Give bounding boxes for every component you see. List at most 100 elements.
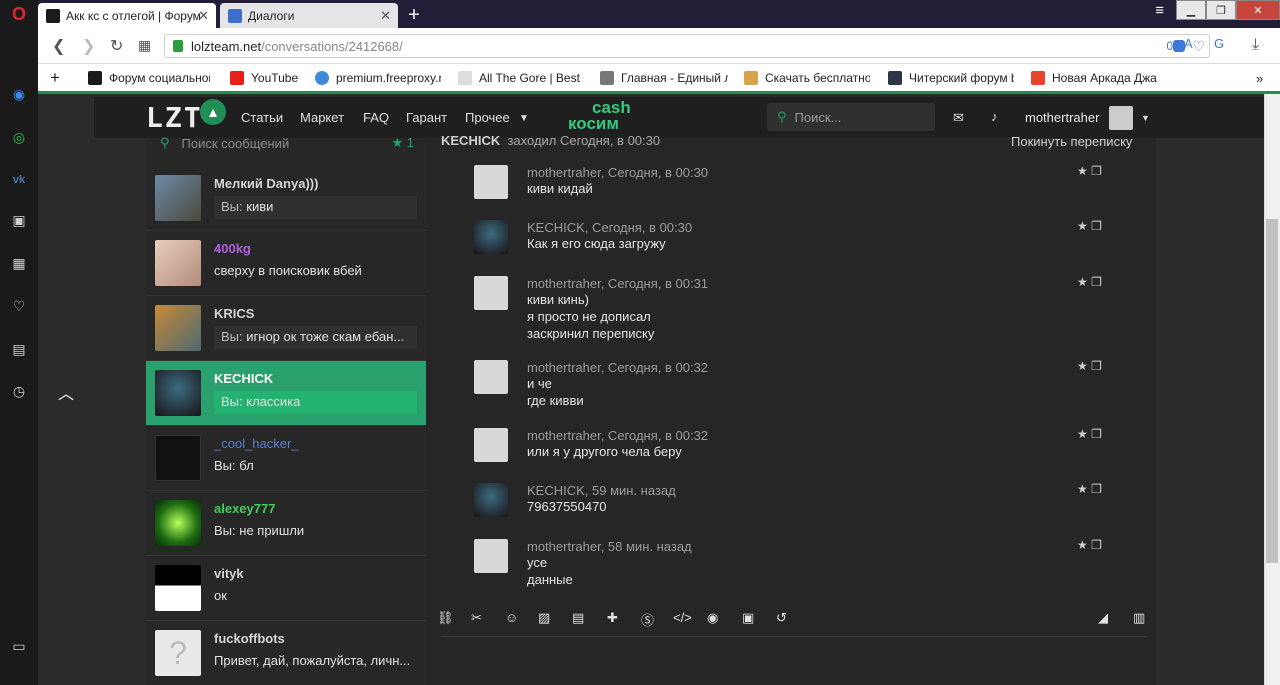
nav-market[interactable]: Маркет — [300, 110, 344, 125]
conversation-item[interactable]: _cool_hacker_ Вы: бл — [146, 426, 426, 491]
close-tab-icon[interactable]: ✕ — [380, 8, 391, 24]
smiley-icon[interactable]: ☺ — [505, 610, 518, 625]
star-icon[interactable]: ★ — [1077, 164, 1088, 178]
username[interactable]: mothertraher — [1025, 110, 1099, 125]
skype-icon[interactable]: Ⓢ — [641, 610, 654, 629]
bookmark-item[interactable]: Главная - Единый л — [600, 71, 728, 85]
bookmark-item[interactable]: Скачать бесплатно — [744, 71, 870, 85]
quote-icon[interactable]: ❐ — [1091, 164, 1102, 178]
heart-icon[interactable]: ♡ — [9, 296, 29, 316]
site-search-input[interactable]: ⚲ Поиск... — [767, 103, 935, 131]
forward-icon[interactable]: ❯ — [82, 36, 95, 56]
star-icon[interactable]: ★ — [1077, 538, 1088, 552]
close-tab-icon[interactable]: ✕ — [198, 8, 209, 24]
vk-icon[interactable]: vk — [9, 170, 29, 190]
avatar — [155, 370, 201, 416]
undo-icon[interactable]: ↺ — [776, 610, 787, 626]
opera-logo-icon[interactable]: O — [9, 4, 29, 24]
star-filter-icon[interactable]: ★ 1 — [392, 135, 415, 151]
close-window-icon[interactable]: ✕ — [1236, 0, 1280, 20]
link-icon[interactable]: ⛓ — [437, 610, 454, 626]
user-menu-chevron-icon[interactable]: ▼ — [1141, 113, 1150, 123]
messenger-icon[interactable]: ◉ — [9, 84, 29, 104]
message-meta: KECHICK, Сегодня, в 00:30 — [527, 220, 693, 235]
bookmark-item[interactable]: premium.freeproxy.r — [315, 71, 441, 85]
quote-icon[interactable]: ❐ — [1091, 427, 1102, 441]
conversation-item[interactable]: Мелкий Danya))) Вы: киви — [146, 166, 426, 231]
quote-icon[interactable]: ❐ — [1091, 275, 1102, 289]
code-icon[interactable]: </> — [673, 610, 692, 625]
nav-articles[interactable]: Статьи — [241, 110, 283, 125]
reload-icon[interactable]: ↻ — [110, 36, 123, 56]
dialog-header: KECHICK заходил Сегодня, в 00:30 — [441, 133, 660, 148]
more-bookmarks-icon[interactable]: » — [1256, 71, 1263, 86]
conversation-item[interactable]: KRICS Вы: игнор ок тоже скам ебан... — [146, 296, 426, 361]
bookmark-heart-icon[interactable]: ♡ — [1192, 38, 1205, 55]
conversation-search-input[interactable]: ⚲ Поиск сообщений ★ 1 — [146, 131, 426, 155]
save-icon[interactable]: ▣ — [742, 610, 754, 626]
news-icon[interactable]: ▤ — [9, 339, 29, 359]
bell-icon[interactable]: ♪ — [991, 109, 998, 124]
nav-faq[interactable]: FAQ — [363, 110, 389, 125]
download-icon[interactable]: ⤓ — [1252, 36, 1259, 54]
bookmark-item[interactable]: Читерский форум b — [888, 71, 1014, 85]
conversation-item[interactable]: ? fuckoffbots Привет, дай, пожалуйста, л… — [146, 621, 426, 685]
add-bookmark-plus-icon[interactable]: + — [50, 68, 60, 88]
camera-icon[interactable]: ▣ — [9, 210, 29, 230]
nav-guarantee[interactable]: Гарант — [406, 110, 447, 125]
sidebar-toggle-icon[interactable]: ▭ — [9, 636, 29, 656]
url-input[interactable]: lolzteam.net/conversations/2412668/ 0 ♡ — [164, 34, 1210, 58]
extension-icon[interactable]: G — [1214, 36, 1224, 51]
scroll-top-arrow-icon[interactable]: ︿ — [58, 380, 74, 404]
nav-more[interactable]: Прочее — [465, 110, 510, 125]
tab-dialogs[interactable]: Диалоги ✕ — [220, 3, 398, 28]
conversation-item[interactable]: 400kg сверху в поисковик вбей — [146, 231, 426, 296]
chevron-down-icon: ▼ — [519, 113, 529, 124]
image-icon[interactable]: ▨ — [538, 610, 550, 626]
star-icon[interactable]: ★ — [1077, 359, 1088, 373]
tab-menu-icon[interactable]: ≡ — [1155, 2, 1164, 19]
bookmark-item[interactable]: YouTube — [230, 71, 310, 85]
partner-name: KECHICK — [441, 133, 501, 148]
conversation-preview: Вы: игнор ок тоже скам ебан... — [214, 326, 417, 349]
bookmark-item[interactable]: Форум социальной — [88, 71, 210, 85]
back-icon[interactable]: ❮ — [52, 36, 65, 56]
avatar[interactable] — [1109, 106, 1133, 130]
tabs-grid-icon[interactable]: ▦ — [138, 37, 151, 54]
mail-icon[interactable]: ✉ — [953, 110, 964, 126]
leave-conversation-link[interactable]: Покинуть переписку — [1011, 134, 1132, 149]
conversation-preview: Вы: не пришли — [214, 523, 305, 538]
tab-active[interactable]: Акк кс с отлегой | Форум ✕ — [38, 3, 216, 28]
plus-icon[interactable]: ✚ — [607, 610, 618, 626]
message-text: 79637550470 — [527, 499, 607, 514]
media-icon[interactable]: ▤ — [572, 610, 584, 626]
bookmark-item[interactable]: All The Gore | Best G — [458, 71, 584, 85]
eraser-icon[interactable]: ◢ — [1098, 610, 1108, 626]
quote-icon[interactable]: ❐ — [1091, 538, 1102, 552]
unlink-icon[interactable]: ✂ — [471, 610, 482, 626]
quote-icon[interactable]: ❐ — [1091, 482, 1102, 496]
conversation-item[interactable]: alexey777 Вы: не пришли — [146, 491, 426, 556]
hide-icon[interactable]: ◉ — [707, 610, 718, 626]
site-logo[interactable]: LZT — [146, 101, 203, 134]
whatsapp-icon[interactable]: ◎ — [9, 127, 29, 147]
minimize-icon[interactable]: ▁ — [1176, 0, 1206, 20]
speed-dial-icon[interactable]: ▦ — [9, 253, 29, 273]
star-icon[interactable]: ★ — [1077, 427, 1088, 441]
new-tab-plus-icon[interactable]: + — [402, 3, 426, 27]
quote-icon[interactable]: ❐ — [1091, 219, 1102, 233]
star-icon[interactable]: ★ — [1077, 275, 1088, 289]
quote-icon[interactable]: ❐ — [1091, 359, 1102, 373]
cash-banner[interactable]: cash косим — [568, 99, 631, 132]
history-icon[interactable]: ◷ — [9, 381, 29, 401]
scrollbar-thumb[interactable] — [1266, 219, 1278, 563]
maximize-icon[interactable]: ❐ — [1206, 0, 1236, 20]
conversation-item[interactable]: vityk ок — [146, 556, 426, 621]
default-avatar-icon: ? — [155, 630, 201, 676]
star-icon[interactable]: ★ — [1077, 219, 1088, 233]
conversation-item-active[interactable]: KECHICK Вы: классика — [146, 361, 426, 426]
bookmark-item[interactable]: Новая Аркада Джа — [1031, 71, 1157, 85]
source-icon[interactable]: ▥ — [1133, 610, 1145, 626]
translate-icon[interactable]: A — [1184, 36, 1193, 51]
star-icon[interactable]: ★ — [1077, 482, 1088, 496]
